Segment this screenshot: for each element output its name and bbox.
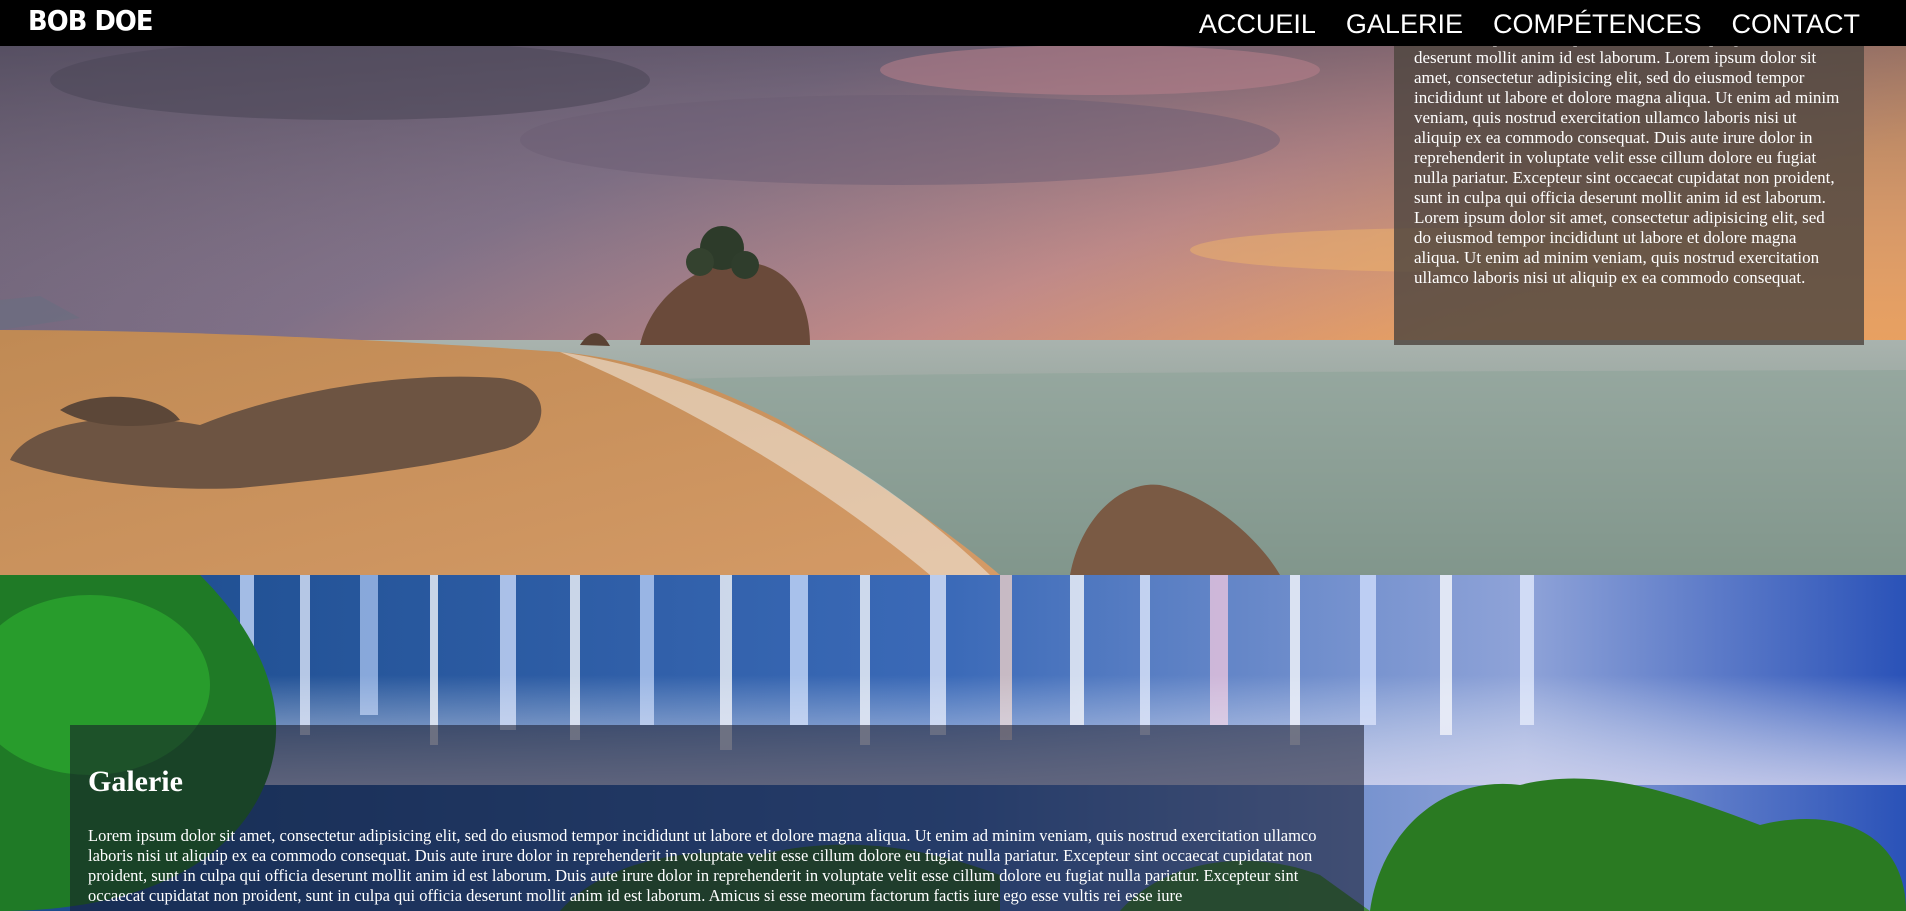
hero-beach-section: occaecat cupidatat non proident, sunt in… xyxy=(0,0,1906,575)
nav-link-galerie[interactable]: GALERIE xyxy=(1346,9,1463,40)
nav-link-accueil[interactable]: ACCUEIL xyxy=(1199,9,1316,40)
nav-link-competences[interactable]: COMPÉTENCES xyxy=(1493,9,1702,40)
about-text: occaecat cupidatat non proident, sunt in… xyxy=(1414,30,1840,287)
gallery-title: Galerie xyxy=(88,765,183,798)
top-navbar: BOB DOE ACCUEIL GALERIE COMPÉTENCES CONT… xyxy=(0,0,1906,46)
gallery-text: Lorem ipsum dolor sit amet, consectetur … xyxy=(88,826,1317,905)
nav-link-contact[interactable]: CONTACT xyxy=(1732,9,1861,40)
gallery-section: Galerie Lorem ipsum dolor sit amet, cons… xyxy=(0,575,1906,911)
about-panel: occaecat cupidatat non proident, sunt in… xyxy=(1394,30,1864,345)
gallery-panel: Galerie Lorem ipsum dolor sit amet, cons… xyxy=(70,725,1364,911)
main-menu: ACCUEIL GALERIE COMPÉTENCES CONTACT xyxy=(1199,9,1860,40)
brand-logo[interactable]: BOB DOE xyxy=(28,4,153,37)
